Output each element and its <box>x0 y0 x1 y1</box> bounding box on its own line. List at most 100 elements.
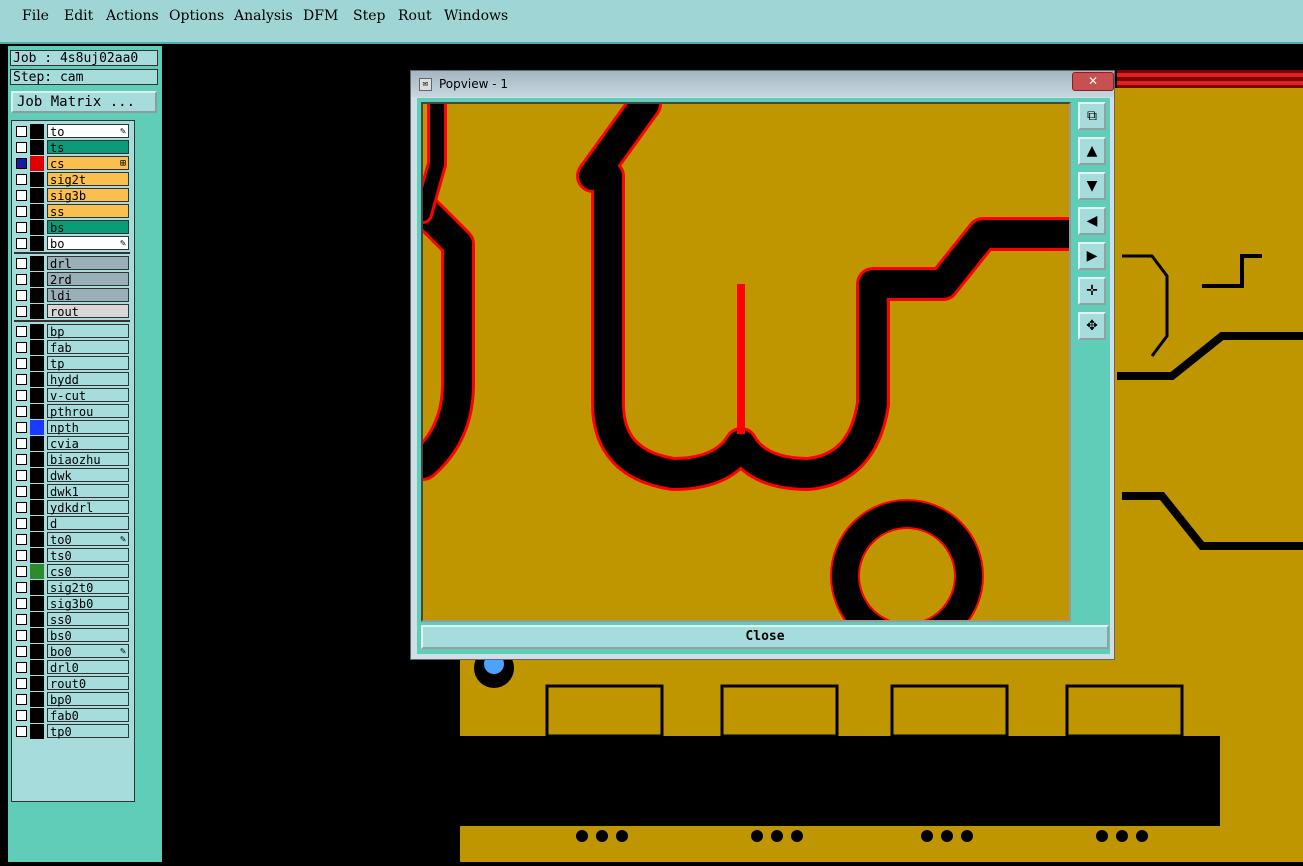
layer-checkbox[interactable] <box>16 678 27 689</box>
layer-checkbox[interactable] <box>16 390 27 401</box>
layer-color-swatch[interactable] <box>30 272 44 287</box>
layer-color-swatch[interactable] <box>30 288 44 303</box>
layer-checkbox[interactable] <box>16 206 27 217</box>
layer-row-npth[interactable]: npth <box>14 420 130 435</box>
layer-color-swatch[interactable] <box>30 436 44 451</box>
layer-checkbox[interactable] <box>16 566 27 577</box>
layer-checkbox[interactable] <box>16 406 27 417</box>
layer-name[interactable]: rout <box>47 304 129 319</box>
layer-name[interactable]: bs <box>47 220 129 235</box>
layer-checkbox[interactable] <box>16 486 27 497</box>
layer-color-swatch[interactable] <box>30 628 44 643</box>
menu-edit[interactable]: Edit <box>64 8 93 24</box>
layer-color-swatch[interactable] <box>30 468 44 483</box>
popview-canvas[interactable] <box>421 102 1071 622</box>
layer-color-swatch[interactable] <box>30 612 44 627</box>
layer-row-drl0[interactable]: drl0 <box>14 660 130 675</box>
layer-row-d[interactable]: d <box>14 516 130 531</box>
layer-checkbox[interactable] <box>16 598 27 609</box>
layer-name[interactable]: sig3b <box>47 188 129 203</box>
layer-row-2rd[interactable]: 2rd <box>14 272 130 287</box>
zoom-out-icon[interactable]: ✥ <box>1078 312 1106 340</box>
layer-checkbox[interactable] <box>16 470 27 481</box>
layer-checkbox[interactable] <box>16 630 27 641</box>
layer-color-swatch[interactable] <box>30 204 44 219</box>
layer-name[interactable]: cs ⊞ <box>47 156 129 171</box>
layer-color-swatch[interactable] <box>30 372 44 387</box>
layer-row-bo[interactable]: bo ✎ <box>14 236 130 251</box>
layer-color-swatch[interactable] <box>30 188 44 203</box>
layer-color-swatch[interactable] <box>30 140 44 155</box>
layer-color-swatch[interactable] <box>30 452 44 467</box>
layer-name[interactable]: bp <box>47 324 129 339</box>
menu-rout[interactable]: Rout <box>398 8 432 24</box>
layer-row-fab0[interactable]: fab0 <box>14 708 130 723</box>
layer-checkbox[interactable] <box>16 726 27 737</box>
layer-name[interactable]: sig2t <box>47 172 129 187</box>
menu-analysis[interactable]: Analysis <box>234 8 293 24</box>
layer-name[interactable]: to ✎ <box>47 124 129 139</box>
menu-actions[interactable]: Actions <box>106 8 159 24</box>
layer-color-swatch[interactable] <box>30 356 44 371</box>
layer-color-swatch[interactable] <box>30 660 44 675</box>
layer-checkbox[interactable] <box>16 438 27 449</box>
layer-color-swatch[interactable] <box>30 644 44 659</box>
layer-checkbox[interactable] <box>16 518 27 529</box>
layer-row-cs0[interactable]: cs0 <box>14 564 130 579</box>
layer-checkbox[interactable] <box>16 358 27 369</box>
layer-row-rout[interactable]: rout <box>14 304 130 319</box>
layer-row-drl[interactable]: drl <box>14 256 130 271</box>
layer-row-pthrou[interactable]: pthrou <box>14 404 130 419</box>
layer-color-swatch[interactable] <box>30 532 44 547</box>
layer-checkbox[interactable] <box>16 126 27 137</box>
layer-color-swatch[interactable] <box>30 548 44 563</box>
layer-checkbox[interactable] <box>16 694 27 705</box>
layer-checkbox[interactable] <box>16 454 27 465</box>
layer-name[interactable]: sig2t0 <box>47 580 129 595</box>
layer-name[interactable]: rout0 <box>47 676 129 691</box>
layer-checkbox[interactable] <box>16 422 27 433</box>
popview-titlebar[interactable]: ✉ Popview - 1 ✕ <box>411 71 1114 97</box>
layer-row-rout0[interactable]: rout0 <box>14 676 130 691</box>
layer-name[interactable]: bo ✎ <box>47 236 129 251</box>
layer-row-ss0[interactable]: ss0 <box>14 612 130 627</box>
layer-color-swatch[interactable] <box>30 304 44 319</box>
menu-options[interactable]: Options <box>169 8 224 24</box>
layer-row-bo0[interactable]: bo0 ✎ <box>14 644 130 659</box>
layer-color-swatch[interactable] <box>30 340 44 355</box>
layer-row-ts0[interactable]: ts0 <box>14 548 130 563</box>
layer-checkbox[interactable] <box>16 238 27 249</box>
layer-name[interactable]: dwk1 <box>47 484 129 499</box>
zoom-fit-icon[interactable]: ⧉ <box>1078 102 1106 130</box>
layer-color-swatch[interactable] <box>30 692 44 707</box>
layer-name[interactable]: cvia <box>47 436 129 451</box>
job-matrix-button[interactable]: Job Matrix ... <box>11 91 157 113</box>
layer-color-swatch[interactable] <box>30 156 44 171</box>
layer-name[interactable]: 2rd <box>47 272 129 287</box>
layer-checkbox[interactable] <box>16 306 27 317</box>
layer-name[interactable]: fab <box>47 340 129 355</box>
layer-name[interactable]: ydkdrl <box>47 500 129 515</box>
layer-row-hydd[interactable]: hydd <box>14 372 130 387</box>
layer-color-swatch[interactable] <box>30 564 44 579</box>
layer-name[interactable]: v-cut <box>47 388 129 403</box>
layer-checkbox[interactable] <box>16 142 27 153</box>
layer-checkbox[interactable] <box>16 222 27 233</box>
zoom-in-icon[interactable]: ✛ <box>1078 277 1106 305</box>
layer-row-v-cut[interactable]: v-cut <box>14 388 130 403</box>
layer-checkbox[interactable] <box>16 502 27 513</box>
layer-color-swatch[interactable] <box>30 236 44 251</box>
layer-color-swatch[interactable] <box>30 404 44 419</box>
layer-color-swatch[interactable] <box>30 708 44 723</box>
layer-name[interactable]: biaozhu <box>47 452 129 467</box>
layer-name[interactable]: dwk <box>47 468 129 483</box>
layer-name[interactable]: ss <box>47 204 129 219</box>
layer-checkbox[interactable] <box>16 710 27 721</box>
layer-name[interactable]: sig3b0 <box>47 596 129 611</box>
layer-name[interactable]: bs0 <box>47 628 129 643</box>
layer-row-ydkdrl[interactable]: ydkdrl <box>14 500 130 515</box>
layer-row-ldi[interactable]: ldi <box>14 288 130 303</box>
layer-color-swatch[interactable] <box>30 516 44 531</box>
layer-checkbox[interactable] <box>16 342 27 353</box>
layer-color-swatch[interactable] <box>30 484 44 499</box>
